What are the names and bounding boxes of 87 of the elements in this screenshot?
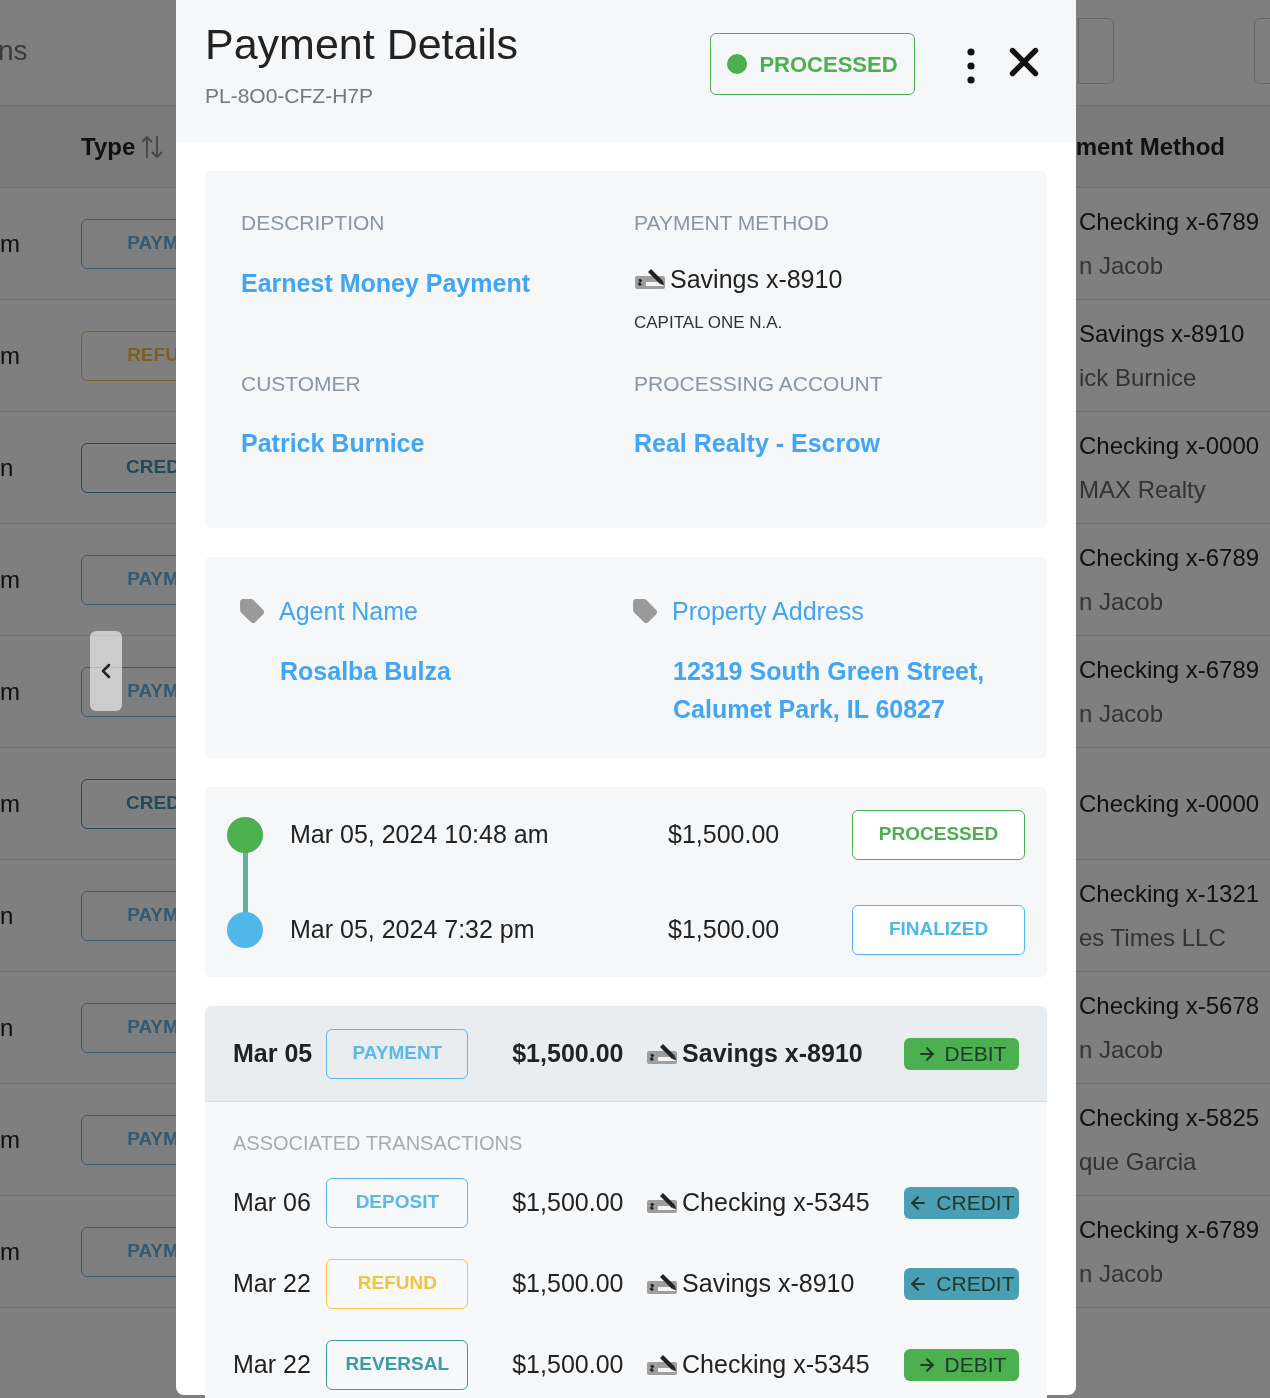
table-cell-text: n Jacob — [1079, 698, 1165, 729]
table-cell-text: ick Burnice — [1079, 362, 1198, 393]
table-cell-text: m — [0, 676, 21, 707]
field-label: CUSTOMER — [241, 370, 362, 397]
previous-button[interactable] — [90, 631, 122, 711]
table-cell-text: m — [0, 788, 21, 819]
table-cell-text: Savings x-8910 — [1079, 318, 1246, 349]
search-field[interactable]: ns — [0, 29, 28, 72]
table-cell-text: Checking x-6789 — [1079, 654, 1261, 685]
account-name: Savings x-8910 — [682, 1037, 863, 1069]
transaction-date: Mar 22 — [233, 1348, 312, 1380]
status-pill: PROCESSED — [710, 33, 915, 95]
direction-badge: DEBIT — [903, 1037, 1019, 1070]
timeline-amount: $1,500.00 — [668, 818, 780, 850]
account-name: Savings x-8910 — [682, 1267, 855, 1299]
transaction-date: Mar 22 — [233, 1267, 312, 1299]
account-name: Savings x-8910 — [670, 263, 843, 295]
table-cell-text: es Times LLC — [1079, 922, 1227, 953]
table-cell-text: Checking x-6789 — [1079, 1214, 1261, 1245]
sort-icon[interactable] — [141, 134, 164, 159]
bank-name: CAPITAL ONE N.A. — [634, 312, 784, 334]
field-label: PROCESSING ACCOUNT — [634, 370, 884, 397]
table-cell-text: Checking x-6789 — [1079, 542, 1261, 573]
table-cell-text: que Garcia — [1079, 1146, 1198, 1177]
table-cell-text: Checking x-5678 — [1079, 990, 1261, 1021]
table-cell-text: MAX Realty — [1079, 474, 1207, 505]
type-badge: DEPOSIT — [326, 1177, 469, 1228]
transaction-date: Mar 05 — [233, 1037, 314, 1069]
direction-badge: DEBIT — [903, 1348, 1019, 1381]
table-cell-text: m — [0, 1236, 21, 1267]
tag-icon — [239, 598, 265, 625]
table-cell-text: Checking x-1321 — [1079, 878, 1261, 909]
table-cell-text: n — [0, 452, 15, 483]
table-cell-text: Checking x-5825 — [1079, 1102, 1261, 1133]
account-name: Checking x-5345 — [682, 1348, 870, 1380]
check-icon — [646, 1272, 679, 1295]
table-cell-text: m — [0, 564, 21, 595]
table-cell-text: n — [0, 900, 15, 931]
timeline-amount: $1,500.00 — [668, 913, 780, 945]
field-label: PAYMENT METHOD — [634, 210, 830, 236]
field-label: DESCRIPTION — [241, 210, 386, 236]
transaction-amount: $1,500.00 — [512, 1186, 625, 1218]
check-icon — [634, 268, 666, 291]
timeline-datetime: Mar 05, 2024 7:32 pm — [290, 913, 536, 945]
timeline-datetime: Mar 05, 2024 10:48 am — [290, 818, 550, 850]
table-cell-text: Checking x-0000 — [1079, 430, 1261, 461]
toolbar-button[interactable] — [1078, 18, 1114, 84]
check-icon — [646, 1042, 679, 1065]
transaction-amount: $1,500.00 — [512, 1267, 625, 1299]
field-link[interactable]: Patrick Burnice — [241, 425, 634, 463]
field-label: Agent Name — [279, 595, 418, 627]
field-link[interactable]: Earnest Money Payment — [241, 264, 634, 302]
check-icon — [646, 1191, 679, 1214]
table-cell-text: n Jacob — [1079, 586, 1165, 617]
table-cell-text: n Jacob — [1079, 250, 1165, 281]
field-link[interactable]: 12319 South Green Street, Calumet Park, IL 60827 — [673, 652, 993, 728]
type-badge: PAYMENT — [326, 1028, 469, 1079]
more-icon — [967, 48, 975, 84]
table-cell-text: m — [0, 228, 21, 259]
table-cell-text: n Jacob — [1079, 1034, 1165, 1065]
transaction-amount: $1,500.00 — [512, 1348, 625, 1380]
table-cell-text: n — [0, 1012, 15, 1043]
payment-id: PL-8O0-CFZ-H7P — [205, 83, 375, 109]
account-name: Checking x-5345 — [682, 1186, 870, 1218]
type-badge: REVERSAL — [326, 1339, 469, 1390]
field-label: Property Address — [672, 595, 864, 627]
table-cell-text: Checking x-6789 — [1079, 206, 1261, 237]
column-header[interactable]: Type — [81, 128, 136, 165]
table-cell-text: m — [0, 340, 21, 371]
more-button[interactable] — [965, 46, 977, 86]
type-badge: REFUND — [326, 1258, 469, 1309]
check-icon — [646, 1353, 679, 1376]
transaction-amount: $1,500.00 — [512, 1037, 625, 1069]
status-badge: FINALIZED — [852, 904, 1025, 955]
column-header[interactable]: ment Method — [1075, 128, 1225, 165]
direction-badge: CREDIT — [903, 1186, 1019, 1219]
tag-icon — [632, 598, 658, 625]
status-badge: PROCESSED — [852, 809, 1025, 860]
field-link[interactable]: Rosalba Bulza — [280, 652, 600, 690]
table-cell-text: m — [0, 1124, 21, 1155]
transaction-date: Mar 06 — [233, 1186, 312, 1218]
section-heading: ASSOCIATED TRANSACTIONS — [232, 1131, 524, 1156]
direction-badge: CREDIT — [903, 1267, 1019, 1300]
table-cell-text: n Jacob — [1079, 1258, 1165, 1289]
dialog-title: Payment Details — [205, 19, 519, 70]
field-link[interactable]: Real Realty - Escrow — [634, 425, 1011, 463]
table-cell-text: Checking x-0000 — [1079, 788, 1261, 819]
